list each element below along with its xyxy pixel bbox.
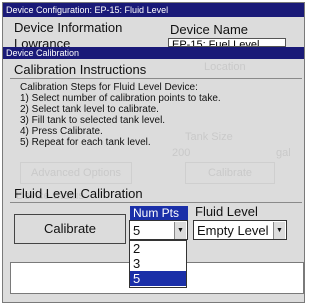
instructions-divider [10, 78, 302, 79]
fluid-level-label: Fluid Level [195, 204, 258, 219]
calibration-divider [10, 202, 302, 203]
config-window-title: Device Configuration: EP-15: Fluid Level [3, 3, 304, 17]
advanced-options-button[interactable]: Advanced Options [20, 162, 132, 184]
manufacturer-text: Lowrance [14, 37, 71, 47]
instruction-line: 3) Fill tank to selected tank level. [20, 115, 166, 126]
instruction-line: 5) Repeat for each tank level. [20, 137, 151, 148]
fluid-level-calibration-heading: Fluid Level Calibration [14, 186, 143, 201]
num-pts-option-selected[interactable]: 5 [130, 271, 186, 286]
calibrate-button[interactable]: Calibrate [14, 214, 126, 244]
chevron-down-icon[interactable]: ▼ [174, 222, 186, 239]
tank-size-label: Tank Size [185, 131, 233, 143]
num-pts-dropdown-list: 2 3 5 [129, 240, 187, 288]
instruction-line: Calibration Steps for Fluid Level Device… [20, 82, 198, 93]
instructions-heading: Calibration Instructions [14, 62, 147, 77]
tank-size-value: 200 [172, 147, 191, 159]
instruction-line: 1) Select number of calibration points t… [20, 93, 221, 104]
tank-size-unit: gal [276, 147, 291, 159]
num-pts-option[interactable]: 3 [130, 256, 186, 271]
device-name-input[interactable]: EP-15: Fuel Level [168, 38, 286, 47]
fluid-level-select[interactable]: Empty Level ▼ [193, 220, 287, 240]
num-pts-label: Num Pts [130, 206, 188, 221]
device-name-label: Device Name [170, 22, 249, 37]
num-pts-option[interactable]: 2 [130, 241, 186, 256]
instruction-line: 2) Select tank level to calibrate. [20, 104, 159, 115]
location-label: Location [204, 61, 246, 73]
calibration-dialog-title: Device Calibration [3, 47, 304, 59]
num-pts-select[interactable]: 5 ▼ [129, 220, 188, 240]
faded-calibrate-button[interactable]: Calibrate [185, 162, 275, 184]
device-information-heading: Device Information [14, 20, 123, 35]
chevron-down-icon[interactable]: ▼ [273, 222, 285, 239]
num-pts-value: 5 [133, 223, 141, 238]
fluid-level-value: Empty Level [197, 223, 269, 238]
instruction-line: 4) Press Calibrate. [20, 126, 103, 137]
